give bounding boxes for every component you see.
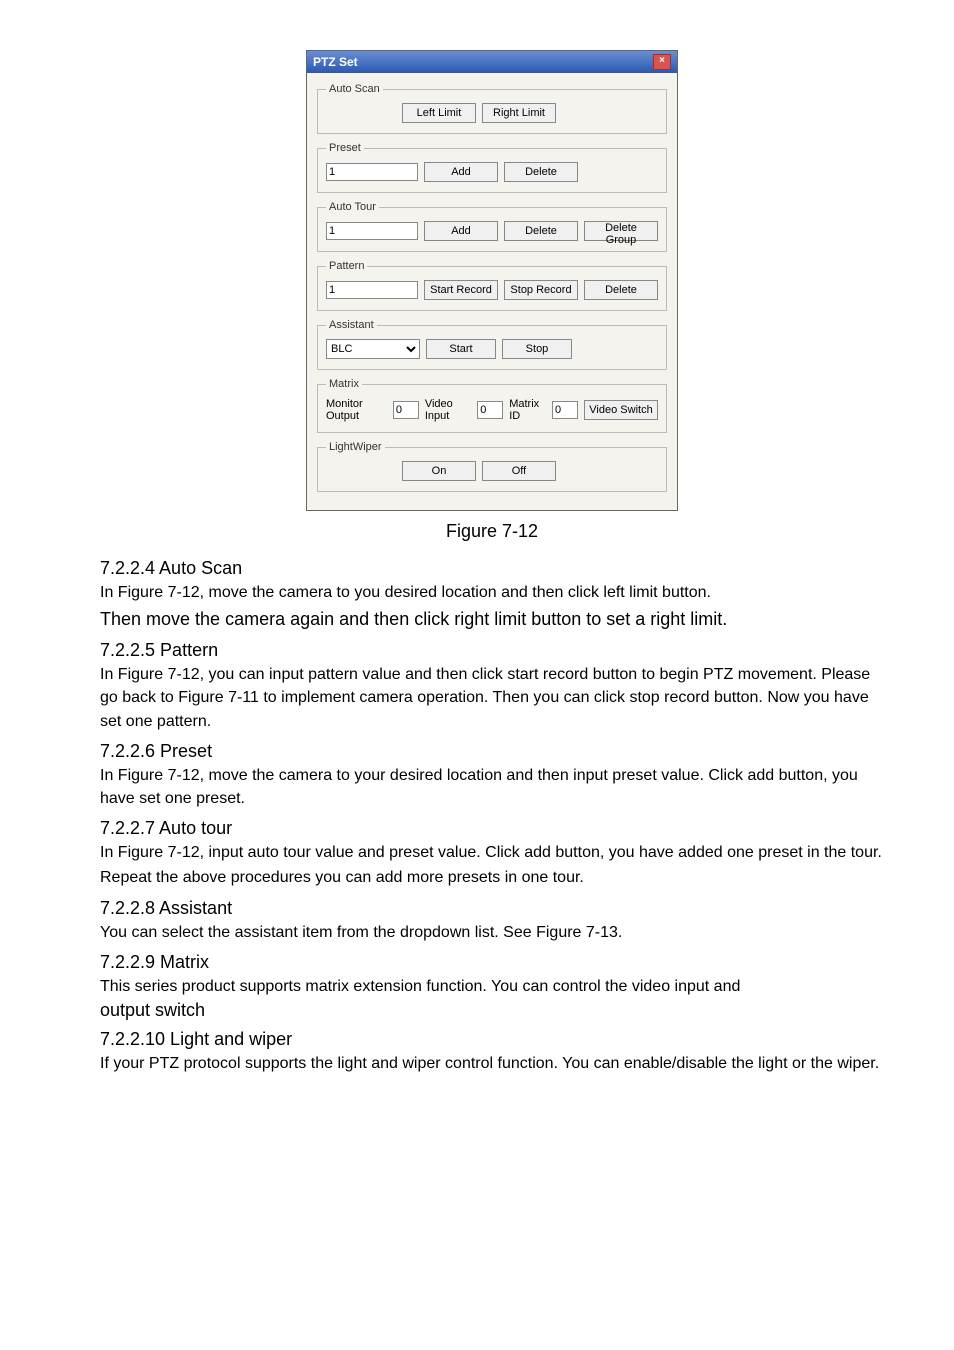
para-matrix-1: This series product supports matrix exte… xyxy=(100,975,884,998)
preset-legend: Preset xyxy=(326,142,364,154)
para-pattern-1: In Figure 7-12, you can input pattern va… xyxy=(100,663,884,733)
pattern-input[interactable] xyxy=(326,281,418,299)
heading-assistant: 7.2.2.8 Assistant xyxy=(100,898,884,919)
heading-pattern: 7.2.2.5 Pattern xyxy=(100,640,884,661)
pattern-legend: Pattern xyxy=(326,260,367,272)
light-wiper-off-button[interactable]: Off xyxy=(482,461,556,481)
figure-caption: Figure 7-12 xyxy=(100,521,884,542)
matrix-group: Matrix Monitor Output Video Input Matrix… xyxy=(317,378,667,433)
assistant-legend: Assistant xyxy=(326,319,377,331)
para-auto-tour-2: Repeat the above procedures you can add … xyxy=(100,866,884,889)
para-matrix-2: output switch xyxy=(100,1000,884,1021)
auto-tour-delete-button[interactable]: Delete xyxy=(504,221,578,241)
assistant-group: Assistant BLC Start Stop xyxy=(317,319,667,370)
assistant-select[interactable]: BLC xyxy=(326,339,420,359)
video-switch-button[interactable]: Video Switch xyxy=(584,400,658,420)
heading-auto-scan: 7.2.2.4 Auto Scan xyxy=(100,558,884,579)
video-input-input[interactable] xyxy=(477,401,503,419)
auto-scan-legend: Auto Scan xyxy=(326,83,383,95)
ptz-set-dialog: PTZ Set × Auto Scan Left Limit Right Lim… xyxy=(306,50,678,511)
matrix-id-input[interactable] xyxy=(552,401,578,419)
para-preset-1: In Figure 7-12, move the camera to your … xyxy=(100,764,884,810)
assistant-stop-button[interactable]: Stop xyxy=(502,339,572,359)
heading-preset: 7.2.2.6 Preset xyxy=(100,741,884,762)
dialog-title: PTZ Set xyxy=(313,55,358,69)
matrix-legend: Matrix xyxy=(326,378,362,390)
para-auto-scan-1: In Figure 7-12, move the camera to you d… xyxy=(100,581,884,604)
para-assistant-1: You can select the assistant item from t… xyxy=(100,921,884,944)
monitor-output-input[interactable] xyxy=(393,401,419,419)
preset-delete-button[interactable]: Delete xyxy=(504,162,578,182)
pattern-start-record-button[interactable]: Start Record xyxy=(424,280,498,300)
dialog-titlebar: PTZ Set × xyxy=(307,51,677,73)
heading-matrix: 7.2.2.9 Matrix xyxy=(100,952,884,973)
light-wiper-on-button[interactable]: On xyxy=(402,461,476,481)
auto-tour-group: Auto Tour Add Delete Delete Group xyxy=(317,201,667,252)
left-limit-button[interactable]: Left Limit xyxy=(402,103,476,123)
monitor-output-label: Monitor Output xyxy=(326,398,387,422)
assistant-start-button[interactable]: Start xyxy=(426,339,496,359)
para-auto-tour-1: In Figure 7-12, input auto tour value an… xyxy=(100,841,884,864)
pattern-group: Pattern Start Record Stop Record Delete xyxy=(317,260,667,311)
light-wiper-group: LightWiper On Off xyxy=(317,441,667,492)
auto-tour-delete-group-button[interactable]: Delete Group xyxy=(584,221,658,241)
preset-add-button[interactable]: Add xyxy=(424,162,498,182)
auto-tour-input[interactable] xyxy=(326,222,418,240)
para-auto-scan-2: Then move the camera again and then clic… xyxy=(100,606,884,632)
para-light-wiper-1: If your PTZ protocol supports the light … xyxy=(100,1052,884,1075)
matrix-id-label: Matrix ID xyxy=(509,398,546,422)
pattern-delete-button[interactable]: Delete xyxy=(584,280,658,300)
preset-input[interactable] xyxy=(326,163,418,181)
dialog-body: Auto Scan Left Limit Right Limit Preset … xyxy=(307,73,677,510)
light-wiper-legend: LightWiper xyxy=(326,441,385,453)
heading-light-wiper: 7.2.2.10 Light and wiper xyxy=(100,1029,884,1050)
auto-tour-add-button[interactable]: Add xyxy=(424,221,498,241)
close-icon[interactable]: × xyxy=(653,54,671,70)
auto-scan-group: Auto Scan Left Limit Right Limit xyxy=(317,83,667,134)
dialog-screenshot: PTZ Set × Auto Scan Left Limit Right Lim… xyxy=(100,50,884,511)
right-limit-button[interactable]: Right Limit xyxy=(482,103,556,123)
pattern-stop-record-button[interactable]: Stop Record xyxy=(504,280,578,300)
video-input-label: Video Input xyxy=(425,398,471,422)
preset-group: Preset Add Delete xyxy=(317,142,667,193)
auto-tour-legend: Auto Tour xyxy=(326,201,379,213)
heading-auto-tour: 7.2.2.7 Auto tour xyxy=(100,818,884,839)
